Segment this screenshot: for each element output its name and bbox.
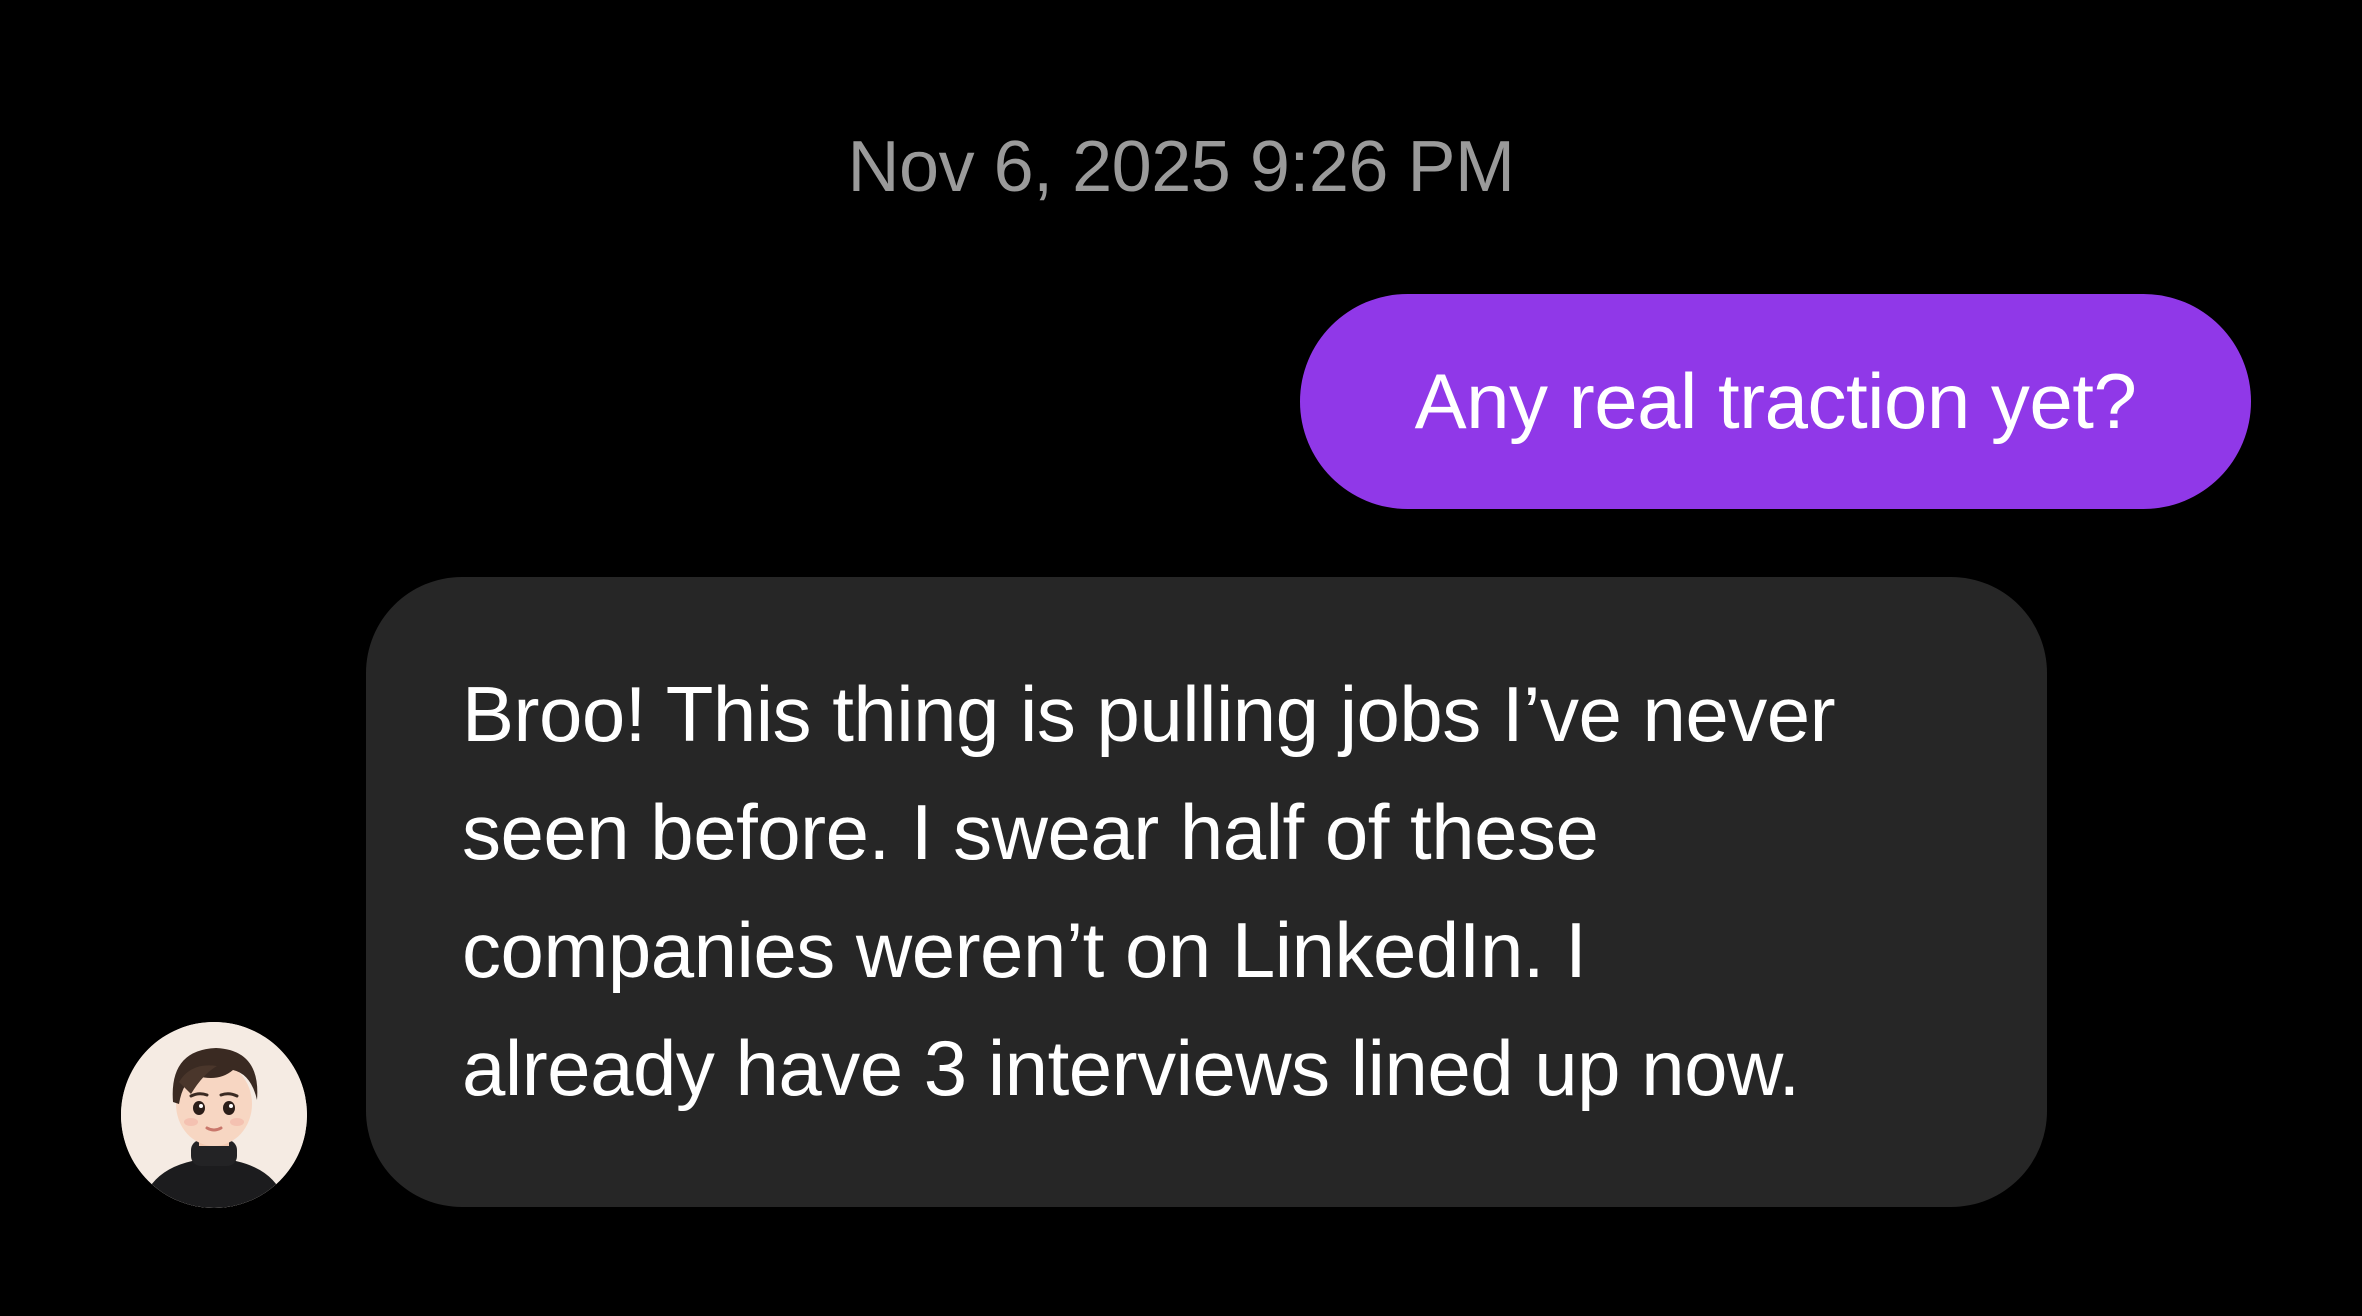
incoming-message-line: companies weren’t on LinkedIn. I [462,906,1587,994]
incoming-message-line: seen before. I swear half of these [462,788,1599,876]
incoming-message-line: already have 3 interviews lined up now. [462,1024,1800,1112]
message-timestamp: Nov 6, 2025 9:26 PM [847,127,1515,207]
incoming-message-bubble[interactable]: Broo! This thing is pulling jobs I’ve ne… [366,577,2047,1207]
avatar-icon [121,1022,307,1208]
contact-avatar[interactable] [121,1022,307,1208]
outgoing-message-text: Any real traction yet? [1414,357,2137,445]
outgoing-message-bubble[interactable]: Any real traction yet? [1300,294,2251,509]
incoming-message-line: Broo! This thing is pulling jobs I’ve ne… [462,670,1836,758]
